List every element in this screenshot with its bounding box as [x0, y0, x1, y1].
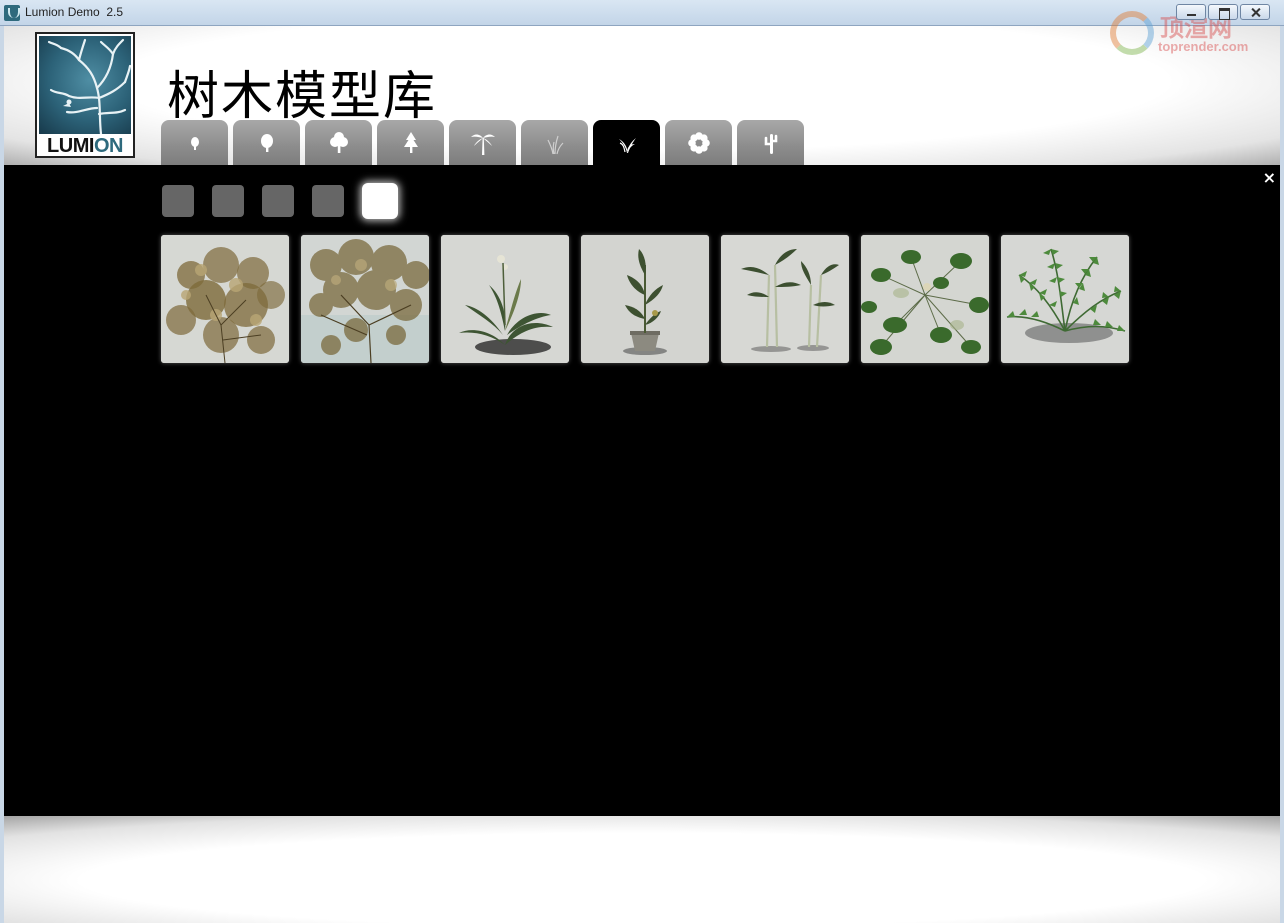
- library-header: LUMION 树木模型库: [4, 26, 1280, 165]
- dry-shrub-thumbnail[interactable]: [161, 235, 289, 363]
- round-leaf-plant-thumbnail[interactable]: [861, 235, 989, 363]
- category-tabs: [161, 120, 804, 165]
- tab-palm-trees[interactable]: [449, 120, 516, 165]
- tab-cactus[interactable]: [737, 120, 804, 165]
- page-title: 树木模型库: [167, 67, 438, 127]
- logo-tree-icon: [39, 36, 131, 134]
- window-title: Lumion Demo 2.5: [25, 5, 124, 19]
- palm-tree-icon: [470, 134, 495, 155]
- subcategory-page-4[interactable]: [312, 185, 344, 217]
- subcategory-pages: [162, 183, 398, 219]
- cactus-icon: [764, 133, 777, 154]
- conifer-tree-icon: [403, 131, 418, 153]
- subcategory-page-3[interactable]: [262, 185, 294, 217]
- tab-broadleaf-trees[interactable]: [305, 120, 372, 165]
- broadleaf-tree-icon: [329, 131, 348, 153]
- broadleaf-plant-thumbnail[interactable]: [441, 235, 569, 363]
- grass-icon: [546, 135, 563, 154]
- lumion-logo: LUMION: [35, 32, 135, 158]
- subcategory-page-5[interactable]: [362, 183, 398, 219]
- close-panel-button[interactable]: ×: [1263, 170, 1276, 186]
- maximize-button[interactable]: [1208, 4, 1238, 20]
- close-window-button[interactable]: [1240, 4, 1270, 20]
- tab-flowers[interactable]: [665, 120, 732, 165]
- flower-icon: [687, 131, 710, 154]
- small-tree-icon: [190, 136, 199, 150]
- tab-deciduous-trees[interactable]: [233, 120, 300, 165]
- fern-thumbnail[interactable]: [1001, 235, 1129, 363]
- sprawling-shrub-thumbnail[interactable]: [301, 235, 429, 363]
- window-titlebar: Lumion Demo 2.5: [0, 0, 1284, 26]
- tall-leaf-plants-thumbnail[interactable]: [721, 235, 849, 363]
- logo-wordmark: LUMION: [47, 135, 123, 157]
- subcategory-page-1[interactable]: [162, 185, 194, 217]
- library-footer: [4, 816, 1280, 923]
- model-library-panel: ×: [4, 165, 1280, 816]
- plant-icon: [618, 137, 636, 153]
- subcategory-page-2[interactable]: [212, 185, 244, 217]
- window-controls: [1176, 4, 1270, 20]
- tab-grass[interactable]: [521, 120, 588, 165]
- minimize-button[interactable]: [1176, 4, 1206, 20]
- tab-plants[interactable]: [593, 120, 660, 165]
- potted-plant-thumbnail[interactable]: [581, 235, 709, 363]
- deciduous-tree-icon: [260, 133, 273, 152]
- tab-conifer-trees[interactable]: [377, 120, 444, 165]
- window-frame-right: [1280, 26, 1284, 923]
- tab-small-trees[interactable]: [161, 120, 228, 165]
- model-thumbnails: [161, 235, 1129, 363]
- app-icon: [4, 5, 20, 21]
